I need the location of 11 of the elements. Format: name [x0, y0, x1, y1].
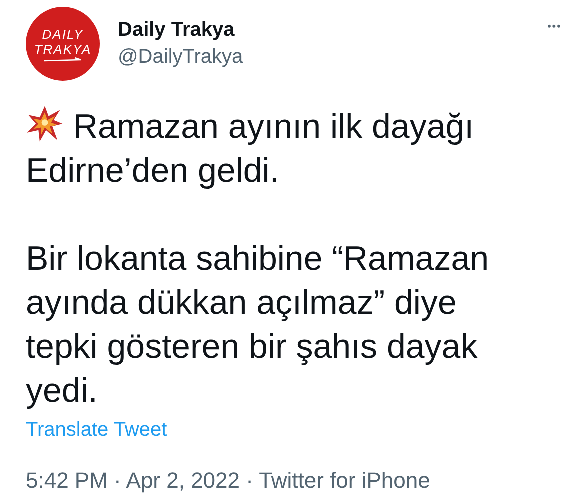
underline-icon [43, 56, 83, 62]
author-name[interactable]: Daily Trakya [118, 19, 530, 42]
tweet-timestamp: 5:42 PM · Apr 2, 2022 · Twitter for iPhone [26, 469, 432, 493]
tweet-text: Ramazan ayının ilk dayağı Edirne’den geldi. [26, 105, 562, 193]
explosion-icon [26, 105, 64, 143]
tweet-text: Bir lokanta sahibine “Ramazan ayında dükkan açılmaz” diye tepki gösteren bir şahıs dayak yedi. [26, 239, 490, 412]
avatar-logo[interactable]: DAILY TRAKYA [26, 7, 100, 81]
logo-text: TRAKYA [34, 42, 92, 56]
more-button[interactable]: ••• [547, 21, 562, 33]
logo-text: DAILY [42, 26, 84, 42]
author-handle[interactable]: @DailyTrakya [118, 46, 530, 69]
